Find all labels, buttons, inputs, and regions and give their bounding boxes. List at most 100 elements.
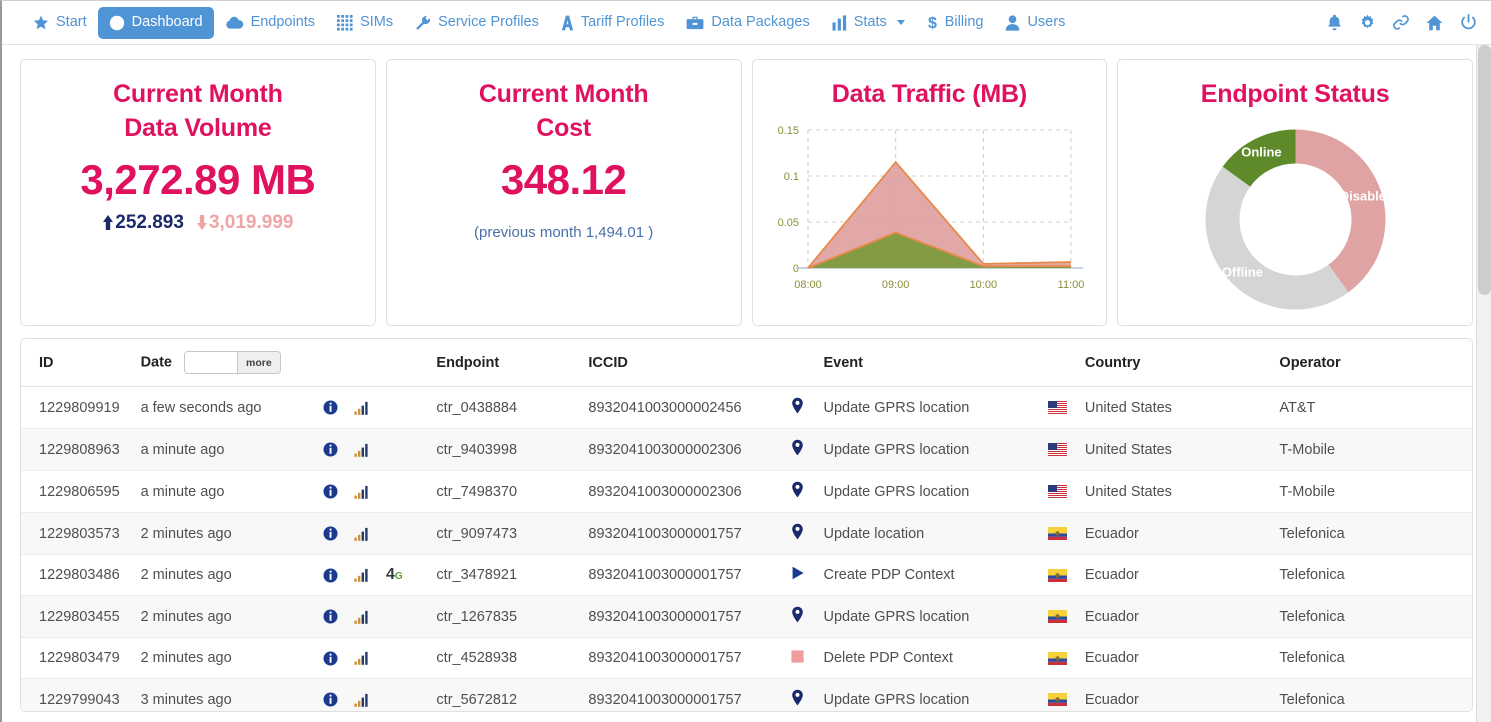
nav-item-data-packages[interactable]: Data Packages — [675, 7, 820, 39]
cell-endpoint[interactable]: ctr_4528938 — [436, 638, 588, 679]
column-header-date[interactable]: Date more — [141, 339, 323, 387]
column-header-flag — [1048, 339, 1084, 387]
info-icon[interactable] — [323, 526, 338, 541]
cell-event: Delete PDP Context — [823, 638, 1048, 679]
nav-item-dashboard[interactable]: Dashboard — [98, 7, 214, 39]
bell-icon[interactable] — [1327, 14, 1342, 31]
nav-item-billing[interactable]: $Billing — [916, 6, 995, 39]
info-icon[interactable] — [323, 609, 338, 624]
column-header-operator[interactable]: Operator — [1279, 339, 1472, 387]
svg-text:11:00: 11:00 — [1058, 279, 1085, 291]
nav-item-start[interactable]: Start — [22, 7, 98, 39]
cell-operator: Telefonica — [1279, 638, 1472, 679]
events-table-head: ID Date more Endpoint ICCID Event Coun — [21, 339, 1472, 387]
column-header-endpoint[interactable]: Endpoint — [436, 339, 588, 387]
cell-flag — [1048, 387, 1084, 429]
flag-ec-icon — [1048, 526, 1067, 542]
flag-us-icon — [1048, 400, 1067, 416]
nav-item-endpoints[interactable]: Endpoints — [214, 7, 327, 39]
cell-flag — [1048, 555, 1084, 596]
cost-value: 348.12 — [387, 156, 741, 204]
column-header-event[interactable]: Event — [823, 339, 1048, 387]
cell-row-icons — [323, 638, 436, 679]
card-data-traffic-title: Data Traffic (MB) — [753, 60, 1107, 112]
column-header-country[interactable]: Country — [1085, 339, 1280, 387]
cell-endpoint[interactable]: ctr_9097473 — [436, 513, 588, 555]
cell-endpoint[interactable]: ctr_1267835 — [436, 596, 588, 638]
cell-iccid: 8932041003000002306 — [588, 471, 791, 513]
cell-operator: Telefonica — [1279, 513, 1472, 555]
nav-item-users[interactable]: Users — [994, 7, 1076, 39]
signal-strength-icon[interactable] — [354, 610, 370, 624]
pin-icon — [791, 444, 804, 460]
signal-strength-icon[interactable] — [354, 443, 370, 457]
cell-iccid: 8932041003000002456 — [588, 387, 791, 429]
gear-icon[interactable] — [1359, 14, 1376, 31]
cell-event: Update GPRS location — [823, 471, 1048, 513]
table-row[interactable]: 1229808963a minute agoctr_94039988932041… — [21, 429, 1472, 471]
nav-item-stats[interactable]: Stats — [821, 7, 916, 39]
nav-item-tariff-profiles[interactable]: Tariff Profiles — [550, 7, 676, 39]
cell-id: 1229799043 — [21, 679, 141, 713]
card-title-line2: Data Volume — [21, 112, 375, 146]
svg-text:Offline: Offline — [1222, 264, 1263, 279]
info-icon[interactable] — [323, 568, 338, 583]
link-icon[interactable] — [1393, 14, 1409, 31]
signal-strength-icon[interactable] — [354, 651, 370, 665]
signal-strength-icon[interactable] — [354, 401, 370, 415]
table-row[interactable]: 12298034862 minutes ago4Gctr_34789218932… — [21, 555, 1472, 596]
home-icon[interactable] — [1426, 15, 1443, 31]
cell-endpoint[interactable]: ctr_3478921 — [436, 555, 588, 596]
date-more-button[interactable]: more — [237, 352, 280, 373]
cell-endpoint[interactable]: ctr_9403998 — [436, 429, 588, 471]
events-table-panel: ID Date more Endpoint ICCID Event Coun — [20, 338, 1473, 712]
cell-operator: AT&T — [1279, 387, 1472, 429]
nav-item-service-profiles[interactable]: Service Profiles — [404, 7, 550, 39]
cell-flag — [1048, 429, 1084, 471]
nav-item-sims[interactable]: SIMs — [326, 7, 404, 39]
table-row[interactable]: 12298034552 minutes agoctr_1267835893204… — [21, 596, 1472, 638]
data-volume-value: 3,272.89 MB — [21, 156, 375, 204]
nav-item-label: Dashboard — [132, 15, 203, 30]
svg-text:10:00: 10:00 — [970, 279, 998, 291]
flag-ec-icon — [1048, 567, 1067, 583]
cell-operator: T-Mobile — [1279, 471, 1472, 513]
power-icon[interactable] — [1460, 14, 1477, 31]
svg-text:0.15: 0.15 — [778, 125, 799, 137]
column-header-iccid[interactable]: ICCID — [588, 339, 791, 387]
table-row[interactable]: 12298035732 minutes agoctr_9097473893204… — [21, 513, 1472, 555]
signal-strength-icon[interactable] — [354, 527, 370, 541]
info-icon[interactable] — [323, 400, 338, 415]
info-icon[interactable] — [323, 484, 338, 499]
cell-id: 1229803573 — [21, 513, 141, 555]
cell-event-icon — [791, 513, 823, 555]
cost-previous-month: (previous month 1,494.01 ) — [387, 224, 741, 241]
table-row[interactable]: 12298034792 minutes agoctr_4528938893204… — [21, 638, 1472, 679]
signal-strength-icon[interactable] — [354, 485, 370, 499]
table-row[interactable]: 12297990433 minutes agoctr_5672812893204… — [21, 679, 1472, 713]
pin-icon — [791, 486, 804, 502]
signal-strength-icon[interactable] — [354, 568, 370, 582]
signal-strength-icon[interactable] — [354, 693, 370, 707]
cell-country: Ecuador — [1085, 638, 1280, 679]
nav-items: Start Dashboard EndpointsSIMsService Profi… — [22, 6, 1076, 39]
cell-endpoint[interactable]: ctr_0438884 — [436, 387, 588, 429]
date-filter-group[interactable]: more — [184, 351, 281, 374]
downlink-value: 3,019.999 — [209, 212, 294, 234]
column-header-id[interactable]: ID — [21, 339, 141, 387]
play-icon — [791, 568, 805, 584]
cell-endpoint[interactable]: ctr_5672812 — [436, 679, 588, 713]
info-icon[interactable] — [323, 442, 338, 457]
cell-endpoint[interactable]: ctr_7498370 — [436, 471, 588, 513]
cell-id: 1229808963 — [21, 429, 141, 471]
data-traffic-chart: 00.050.10.1508:0009:0010:0011:00 — [753, 112, 1107, 308]
page-scrollbar[interactable] — [1476, 45, 1491, 722]
cell-date: 2 minutes ago — [141, 596, 323, 638]
table-row[interactable]: 1229809919a few seconds agoctr_043888489… — [21, 387, 1472, 429]
cell-operator: Telefonica — [1279, 596, 1472, 638]
page-scrollbar-thumb[interactable] — [1478, 45, 1491, 295]
info-icon[interactable] — [323, 651, 338, 666]
info-icon[interactable] — [323, 692, 338, 707]
table-row[interactable]: 1229806595a minute agoctr_74983708932041… — [21, 471, 1472, 513]
date-filter-input[interactable] — [185, 352, 237, 373]
